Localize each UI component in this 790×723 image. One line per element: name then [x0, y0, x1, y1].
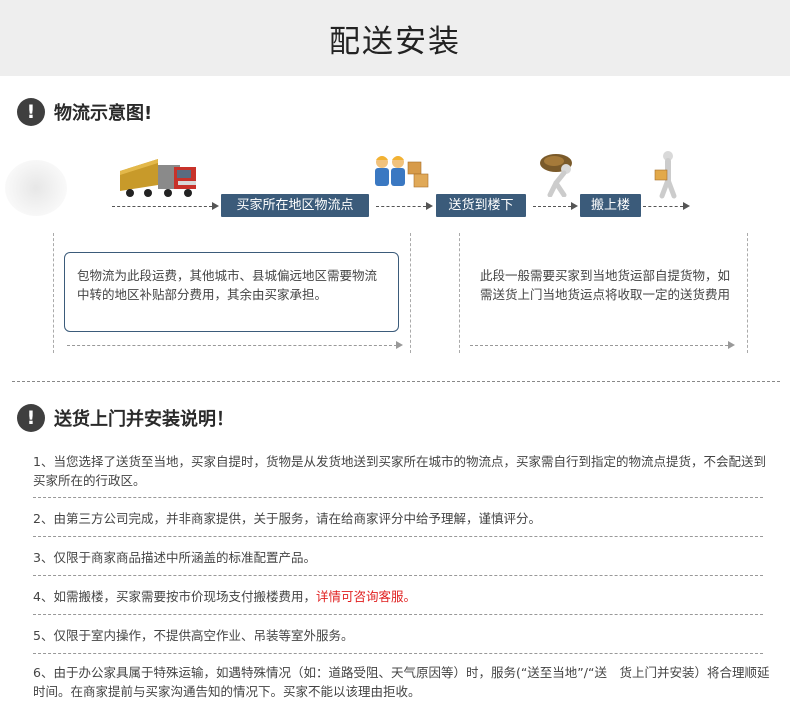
page-header: 配送安装	[0, 0, 790, 76]
page-title: 配送安装	[329, 24, 461, 60]
exclamation-icon: !	[17, 98, 45, 126]
list-item: 4、如需搬楼，买家需要按市价现场支付搬楼费用，详情可咨询客服。	[33, 589, 416, 604]
exclamation-icon: !	[17, 404, 45, 432]
flow-connector	[533, 206, 571, 207]
bracket-line	[410, 233, 411, 353]
flow-step-carry-upstairs: 搬上楼	[580, 194, 641, 217]
flow-arrow-icon	[426, 202, 433, 210]
list-item: 5、仅限于室内操作，不提供高空作业、吊装等室外服务。	[33, 628, 354, 643]
bracket-line	[747, 233, 748, 353]
section-logistics-title: 物流示意图!	[54, 103, 153, 124]
list-item: 2、由第三方公司完成，并非商家提供，关于服务，请在给商家评分中给予理解，谨慎评分…	[33, 511, 541, 526]
bracket-connector	[67, 345, 397, 346]
delivery-person-icon	[654, 151, 677, 199]
flow-arrow-icon	[571, 202, 578, 210]
truck-icon	[120, 159, 196, 197]
contact-service-highlight: 详情可咨询客服。	[315, 589, 416, 604]
bracket-connector	[470, 345, 728, 346]
flow-step-local-logistics: 买家所在地区物流点	[221, 194, 369, 217]
item-separator	[33, 614, 763, 615]
bracket-line	[459, 233, 460, 353]
list-item: 1、当您选择了送货至当地，买家自提时，货物是从发货地送到买家所在城市的物流点，买…	[33, 454, 766, 488]
section-divider	[12, 381, 780, 382]
faded-origin-graphic	[5, 160, 67, 216]
freight-note-box: 包物流为此段运费，其他城市、县城偏远地区需要物流中转的地区补贴部分费用，其余由买…	[64, 252, 399, 332]
flow-connector	[112, 206, 212, 207]
flow-connector	[376, 206, 426, 207]
flow-arrow-icon	[683, 202, 690, 210]
item-separator	[33, 653, 763, 654]
section-logistics-heading: ! 物流示意图!	[17, 98, 152, 126]
section-delivery-heading: ! 送货上门并安装说明！	[17, 404, 234, 432]
pickup-note-text: 此段一般需要买家到当地货运部自提货物，如需送货上门当地货运点将收取一定的送货费用	[480, 268, 731, 302]
section-delivery-title: 送货上门并安装说明！	[54, 409, 234, 430]
freight-note-text: 包物流为此段运费，其他城市、县城偏远地区需要物流中转的地区补贴部分费用，其余由买…	[77, 268, 378, 302]
item-separator	[33, 497, 763, 498]
flow-step-deliver-downstairs: 送货到楼下	[436, 194, 526, 217]
list-item: 6、由于办公家具属于特殊运输，如遇特殊情况（如：道路受阻、天气原因等）时，服务(…	[33, 665, 770, 699]
flow-arrow-icon	[212, 202, 219, 210]
workers-boxes-icon	[375, 156, 429, 188]
bracket-arrow-icon	[728, 341, 735, 349]
bracket-arrow-icon	[396, 341, 403, 349]
porter-carrying-icon	[540, 154, 572, 197]
item-separator	[33, 536, 763, 537]
item-separator	[33, 575, 763, 576]
bracket-line	[53, 233, 54, 353]
flow-connector	[643, 206, 683, 207]
list-item: 3、仅限于商家商品描述中所涵盖的标准配置产品。	[33, 550, 316, 565]
